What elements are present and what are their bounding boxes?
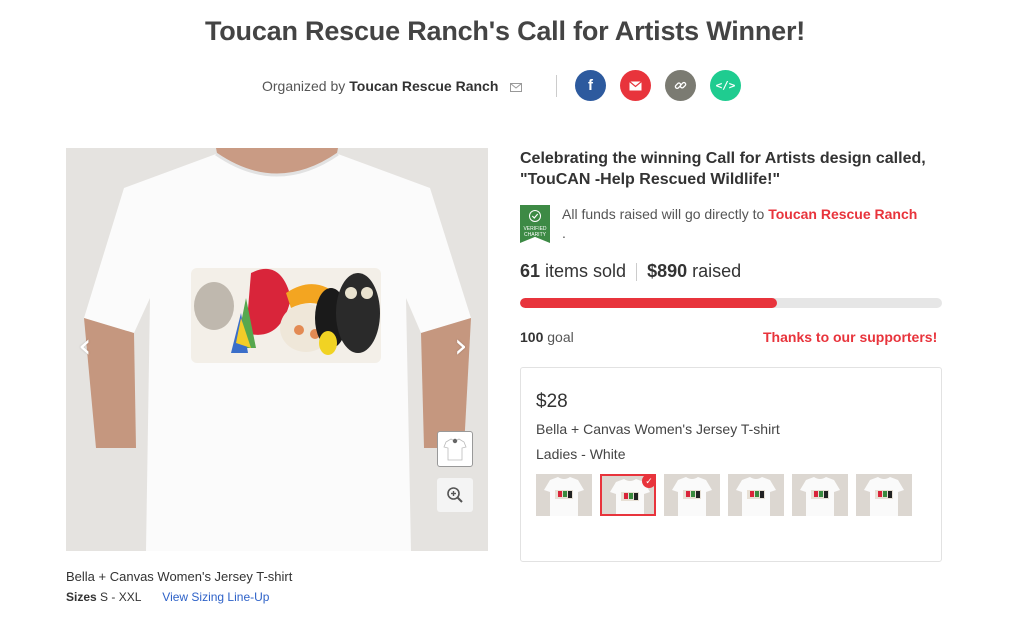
page-title: Toucan Rescue Ranch's Call for Artists W…: [204, 16, 806, 46]
tshirt-swatch-image: [664, 474, 720, 516]
items-sold-label: items sold: [545, 261, 627, 281]
price: $28: [536, 391, 568, 412]
style-swatch[interactable]: [856, 474, 912, 516]
selected-check-icon: ✓: [642, 476, 654, 488]
tshirt-swatch-image: [792, 474, 848, 516]
raised-label: raised: [692, 261, 742, 281]
style-swatch[interactable]: ✓: [600, 474, 656, 516]
sizes-line: Sizes S - XXL View Sizing Line-Up: [66, 590, 269, 604]
stats-divider: [636, 262, 638, 281]
divider: [556, 75, 557, 97]
sizes-label: Sizes: [66, 590, 97, 604]
style-swatches: ✓: [536, 474, 912, 516]
campaign-headline: Celebrating the winning Call for Artists…: [520, 150, 926, 188]
tshirt-swatch-image: [728, 474, 784, 516]
share-facebook-button[interactable]: f: [575, 70, 606, 101]
progress-bar: [520, 298, 942, 308]
color-name: Ladies - White: [536, 446, 626, 462]
sizing-lineup-link[interactable]: View Sizing Line-Up: [162, 590, 269, 604]
items-sold-count: 61: [520, 261, 541, 281]
share-buttons: f </>: [575, 70, 741, 101]
prev-image-arrow[interactable]: ‹: [78, 326, 92, 366]
organizer-line: Organized by Toucan Rescue Ranch: [262, 78, 523, 94]
check-icon: [529, 210, 541, 222]
tshirt-swatch-image: [856, 474, 912, 516]
charity-link[interactable]: Toucan Rescue Ranch: [768, 206, 917, 222]
product-photo: ‹ ›: [66, 148, 488, 551]
style-swatch[interactable]: [728, 474, 784, 516]
goal-text: 100 goal: [520, 329, 574, 345]
link-icon: [674, 81, 687, 90]
verified-charity-badge: VERIFIED CHARITY: [520, 205, 550, 243]
supporters-link[interactable]: Thanks to our supporters!: [763, 329, 937, 345]
tshirt-swatch-image: [536, 474, 592, 516]
style-name: Bella + Canvas Women's Jersey T-shirt: [536, 421, 780, 437]
contact-mail-icon[interactable]: [510, 82, 523, 92]
facebook-icon: f: [588, 77, 593, 94]
charity-text-suffix: .: [562, 225, 566, 241]
badge-text: VERIFIED CHARITY: [523, 226, 547, 238]
zoom-in-icon: [447, 487, 463, 503]
style-swatch[interactable]: [664, 474, 720, 516]
organized-by-label: Organized by: [262, 78, 346, 94]
next-image-arrow[interactable]: ›: [454, 326, 468, 366]
email-icon: [629, 80, 642, 90]
product-name: Bella + Canvas Women's Jersey T-shirt: [66, 569, 293, 584]
tshirt-thumbnail-icon: [443, 438, 467, 461]
organizer-name[interactable]: Toucan Rescue Ranch: [349, 78, 498, 94]
tshirt-image: [66, 148, 488, 551]
goal-label: goal: [547, 329, 574, 345]
purchase-panel: $28 Bella + Canvas Women's Jersey T-shir…: [520, 367, 942, 562]
embed-code-icon: </>: [715, 79, 736, 92]
charity-note: VERIFIED CHARITY All funds raised will g…: [520, 205, 922, 243]
sales-stats: 61 items sold $890 raised: [520, 261, 741, 282]
sizes-value: S - XXL: [100, 590, 141, 604]
copy-link-button[interactable]: [665, 70, 696, 101]
style-swatch[interactable]: [536, 474, 592, 516]
raised-amount: $890: [647, 261, 688, 281]
share-email-button[interactable]: [620, 70, 651, 101]
style-swatch[interactable]: [792, 474, 848, 516]
progress-fill: [520, 298, 778, 308]
embed-code-button[interactable]: </>: [710, 70, 741, 101]
goal-value: 100: [520, 329, 544, 345]
charity-text: All funds raised will go directly to Tou…: [562, 205, 922, 243]
zoom-button[interactable]: [437, 478, 473, 512]
image-thumbnail[interactable]: [437, 431, 473, 467]
charity-text-prefix: All funds raised will go directly to: [562, 206, 765, 222]
